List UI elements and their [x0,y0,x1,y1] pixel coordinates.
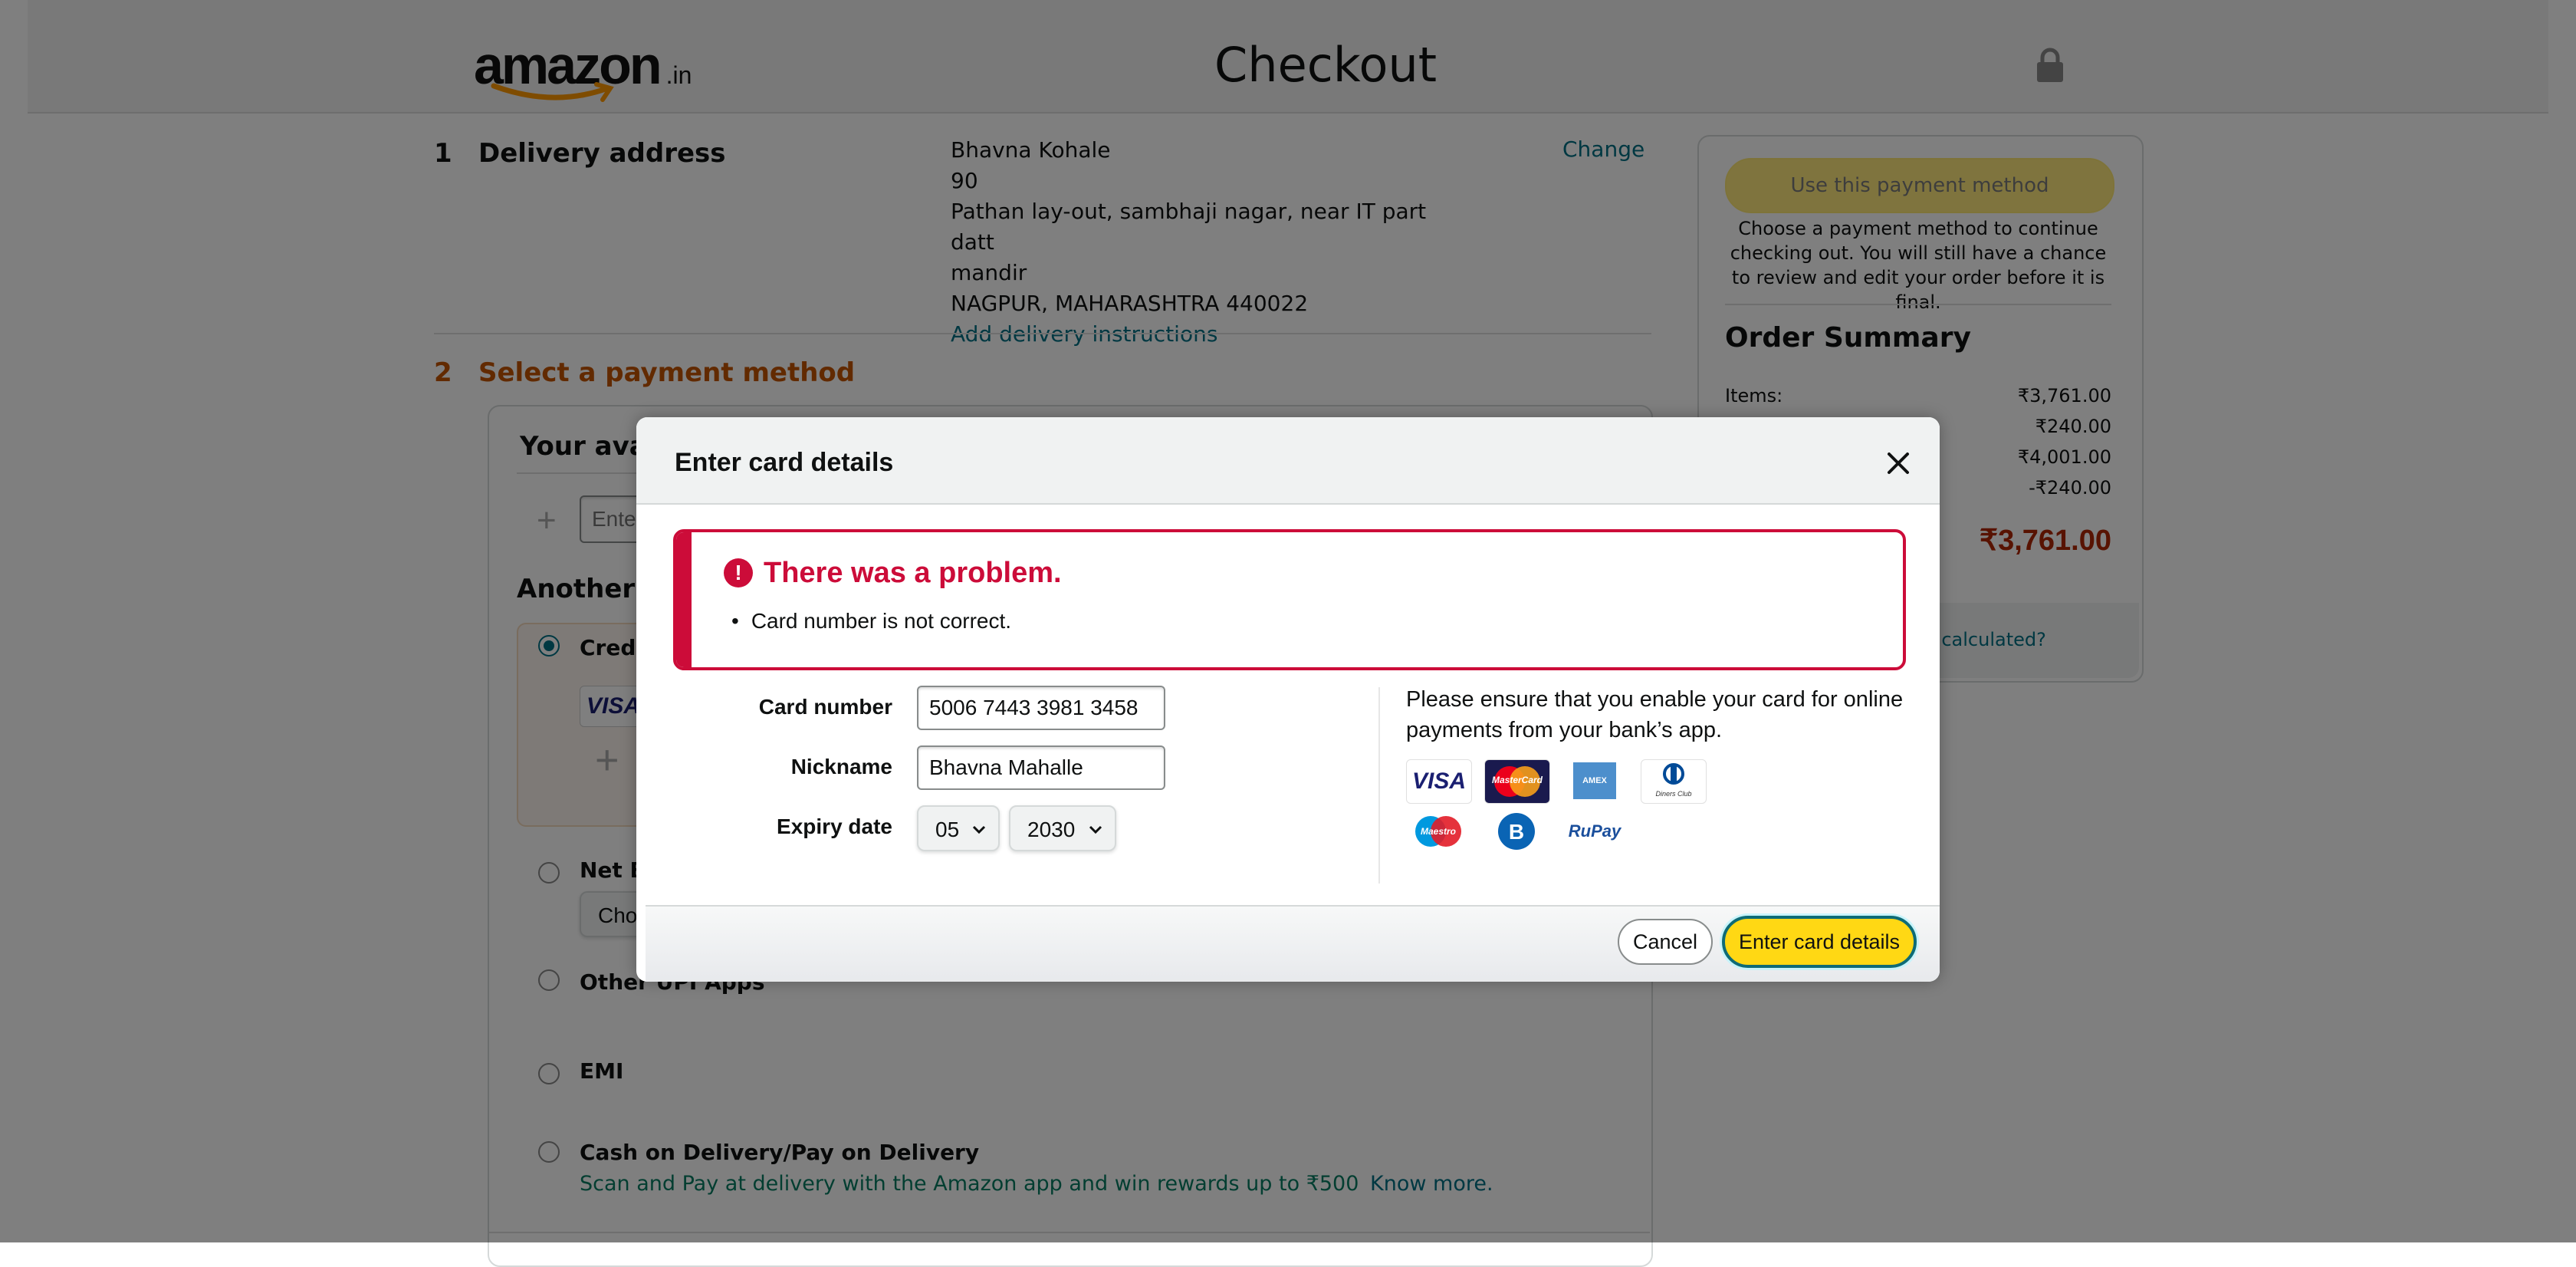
close-icon[interactable] [1884,449,1912,477]
expiry-year-value: 2030 [1027,818,1076,841]
enter-card-details-button[interactable]: Enter card details [1722,916,1917,968]
amex-icon: AMEX [1562,759,1627,802]
maestro-brand-text: Maestro [1420,826,1456,837]
alert-item: Card number is not correct. [731,609,1011,634]
nickname-label: Nickname [790,755,892,778]
maestro-icon: Maestro [1406,810,1470,853]
online-payment-note: Please ensure that you enable your card … [1406,687,1904,742]
expiry-date-label: Expiry date [777,814,892,838]
diners-brand-text: Diners Club [1655,790,1692,798]
form-divider [1378,687,1380,884]
alert-item-text: Card number is not correct. [751,609,1012,633]
visa-brand-text: VISA [1411,768,1467,794]
visa-icon: VISA [1406,759,1472,804]
card-number-label: Card number [758,695,892,719]
modal-title: Enter card details [675,448,894,477]
cancel-button[interactable]: Cancel [1618,919,1713,965]
nickname-input[interactable] [917,745,1165,790]
alert-icon: ! [724,558,753,587]
modal-header: Enter card details [636,417,1940,505]
error-alert: ! There was a problem. Card number is no… [673,529,1906,670]
svg-text:B: B [1509,820,1524,844]
expiry-year-select[interactable]: 2030 [1009,805,1116,851]
enter-card-details-modal: Enter card details ! There was a problem… [636,417,1940,982]
amex-brand-text: AMEX [1573,762,1616,799]
chevron-down-icon [1089,825,1102,834]
bajaj-logo-icon: B [1498,813,1535,850]
mastercard-icon: MasterCard [1484,759,1550,804]
expiry-month-value: 05 [935,818,960,841]
rupay-icon: RuPay [1562,810,1627,853]
bajaj-icon: B [1484,810,1549,853]
alert-accent-bar [676,532,692,667]
rupay-brand-text: RuPay [1568,821,1622,841]
expiry-month-select[interactable]: 05 [917,805,1000,851]
chevron-down-icon [972,825,986,834]
diners-club-icon: Diners Club [1641,759,1707,804]
card-number-input[interactable] [917,686,1165,730]
alert-title: There was a problem. [764,557,1062,589]
diners-logo-icon [1663,763,1684,785]
mastercard-brand-text: MasterCard [1491,775,1543,785]
